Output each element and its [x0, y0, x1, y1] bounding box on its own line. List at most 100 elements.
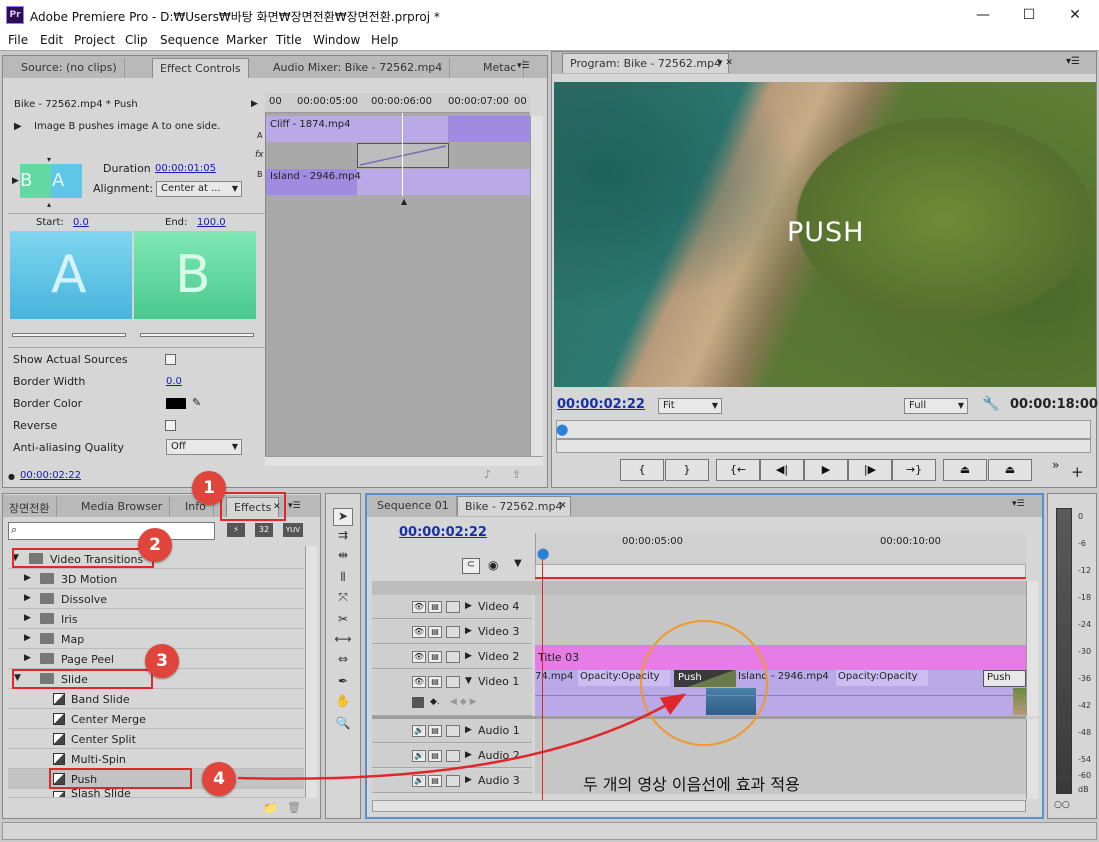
timeline-menu-icon[interactable]: ▾☰ — [1012, 499, 1025, 509]
more-controls-icon[interactable]: » — [1052, 458, 1059, 472]
sync-lock-icon[interactable]: ▤ — [428, 626, 442, 638]
yuv-effects-icon[interactable]: YUV — [283, 523, 303, 537]
menu-project[interactable]: Project — [74, 33, 115, 47]
end-slider[interactable] — [140, 333, 254, 337]
rate-stretch-tool-icon[interactable]: ⤧ — [333, 590, 353, 608]
ripple-edit-tool-icon[interactable]: ⇹ — [333, 548, 353, 566]
add-marker-icon[interactable]: ▼ — [514, 558, 522, 569]
step-back-button[interactable]: ◀| — [760, 459, 804, 481]
menu-clip[interactable]: Clip — [125, 33, 148, 47]
video-track-scrollbar[interactable] — [1026, 581, 1038, 716]
tree-item-dissolve[interactable]: ▶ Dissolve — [8, 589, 304, 609]
lock-toggle[interactable] — [446, 651, 460, 663]
maximize-button[interactable]: ☐ — [1006, 0, 1052, 31]
effects-panel-menu-icon[interactable]: ▾☰ — [288, 501, 301, 511]
expand-icon[interactable]: ▼ — [465, 676, 472, 686]
sync-lock-icon[interactable]: ▤ — [428, 601, 442, 613]
tab-bike-sequence[interactable]: Bike - 72562.mp4 — [457, 496, 571, 516]
collapse-icon[interactable]: ▶ — [24, 633, 31, 643]
audio-icon[interactable]: ♪ — [484, 468, 491, 481]
minimize-button[interactable]: — — [960, 0, 1006, 31]
step-forward-button[interactable]: |▶ — [848, 459, 892, 481]
reverse-checkbox[interactable] — [165, 420, 176, 431]
go-to-in-button[interactable]: {← — [716, 459, 760, 481]
border-color-swatch[interactable] — [166, 398, 186, 409]
extract-button[interactable]: ⏏ — [988, 459, 1032, 481]
lift-button[interactable]: ⏏ — [943, 459, 987, 481]
tree-item-iris[interactable]: ▶ Iris — [8, 609, 304, 629]
mark-in-button[interactable]: { — [620, 459, 664, 481]
tab-effect-controls[interactable]: Effect Controls — [152, 58, 249, 78]
program-timecode[interactable]: 00:00:02:22 — [557, 397, 645, 412]
menu-window[interactable]: Window — [313, 33, 360, 47]
transition-bar[interactable] — [357, 143, 449, 168]
edge-selector-left-icon[interactable]: ▶ — [12, 176, 19, 186]
track-select-tool-icon[interactable]: ⇉ — [333, 528, 353, 546]
tab-project[interactable]: 장면전환 — [2, 497, 58, 517]
horizontal-scrollbar[interactable] — [265, 456, 543, 466]
slip-tool-icon[interactable]: ⟷ — [333, 632, 353, 650]
export-icon[interactable]: ⇪ — [512, 468, 521, 481]
push-transition-clip-2[interactable]: Push — [983, 670, 1026, 687]
collapse-icon[interactable]: ▶ — [24, 653, 31, 663]
work-area-bar[interactable] — [535, 564, 1026, 578]
new-bin-icon[interactable]: 📁 — [263, 801, 278, 815]
sequence-tab-close-icon[interactable]: ✕ — [559, 501, 567, 511]
menu-title[interactable]: Title — [276, 33, 302, 47]
timeline-timecode[interactable]: 00:00:02:22 — [399, 525, 487, 540]
start-value[interactable]: 0.0 — [73, 217, 89, 228]
sync-lock-icon[interactable]: ▤ — [428, 676, 442, 688]
tab-program[interactable]: Program: Bike - 72562.mp4 — [562, 53, 730, 73]
mark-out-button[interactable]: } — [665, 459, 709, 481]
menu-marker[interactable]: Marker — [226, 33, 267, 47]
panel-menu-icon[interactable]: ▾☰ — [1066, 56, 1080, 67]
anti-aliasing-dropdown[interactable]: Off — [166, 439, 242, 455]
alignment-dropdown[interactable]: Center at ... — [156, 181, 242, 197]
collapse-icon[interactable]: ▶ — [24, 593, 31, 603]
timeline-horizontal-scrollbar[interactable] — [372, 800, 1026, 812]
tree-item-3d-motion[interactable]: ▶ 3D Motion — [8, 569, 304, 589]
button-editor-icon[interactable]: + — [1071, 463, 1084, 481]
eye-icon[interactable]: 👁 — [412, 651, 426, 663]
collapse-icon[interactable]: ▶ — [465, 601, 472, 611]
tree-item-slash-slide[interactable]: Slash Slide — [8, 789, 304, 798]
lock-toggle[interactable] — [446, 601, 460, 613]
vertical-scrollbar[interactable] — [530, 116, 543, 456]
title-clip[interactable] — [535, 645, 1026, 670]
quality-dropdown[interactable]: Full — [904, 398, 968, 414]
start-slider[interactable] — [12, 333, 126, 337]
eye-icon[interactable]: 👁 — [412, 626, 426, 638]
accelerated-effects-icon[interactable]: ⚡ — [227, 523, 245, 537]
program-tab-menu-icon[interactable]: ▾ ✕ — [718, 58, 733, 68]
slide-tool-icon[interactable]: ⇔ — [333, 652, 353, 670]
opacity-dropdown[interactable]: Opacity:Opacity — [836, 670, 928, 686]
collapse-icon[interactable]: ▶ — [465, 626, 472, 636]
program-zoom-bar[interactable] — [556, 439, 1091, 453]
collapse-icon[interactable]: ▶ — [24, 573, 31, 583]
rolling-edit-tool-icon[interactable]: ⫴ — [333, 570, 353, 588]
lock-toggle[interactable] — [446, 626, 460, 638]
selection-tool-icon[interactable]: ➤ — [333, 508, 353, 526]
program-playhead-icon[interactable]: ⬤ — [556, 423, 568, 436]
delete-icon[interactable]: 🗑 — [287, 801, 301, 814]
menu-help[interactable]: Help — [371, 33, 398, 47]
collapse-icon[interactable]: ▶ — [465, 651, 472, 661]
tab-overflow-icon[interactable]: ▾☰ — [517, 61, 530, 71]
duration-value[interactable]: 00:00:01:05 — [155, 163, 216, 174]
snap-icon[interactable]: ⊂ — [462, 558, 480, 574]
show-actual-sources-checkbox[interactable] — [165, 354, 176, 365]
sync-lock-icon[interactable]: ▤ — [428, 651, 442, 663]
fit-dropdown[interactable]: Fit — [658, 398, 722, 414]
razor-tool-icon[interactable]: ✂ — [333, 612, 353, 630]
tab-sequence-01[interactable]: Sequence 01 — [370, 496, 457, 516]
tab-source[interactable]: Source: (no clips) — [14, 58, 125, 78]
go-to-out-button[interactable]: →} — [892, 459, 936, 481]
play-icon[interactable]: ▶ — [251, 99, 258, 109]
play-button[interactable]: ▶ — [804, 459, 848, 481]
timeline-playhead-icon[interactable]: ⬤ — [537, 547, 549, 560]
edge-selector-top-icon[interactable]: ▾ — [47, 155, 51, 164]
eye-icon[interactable]: 👁 — [412, 601, 426, 613]
eye-icon[interactable]: 👁 — [412, 676, 426, 688]
menu-file[interactable]: File — [8, 33, 28, 47]
playhead-marker-icon[interactable]: ▲ — [401, 197, 407, 206]
